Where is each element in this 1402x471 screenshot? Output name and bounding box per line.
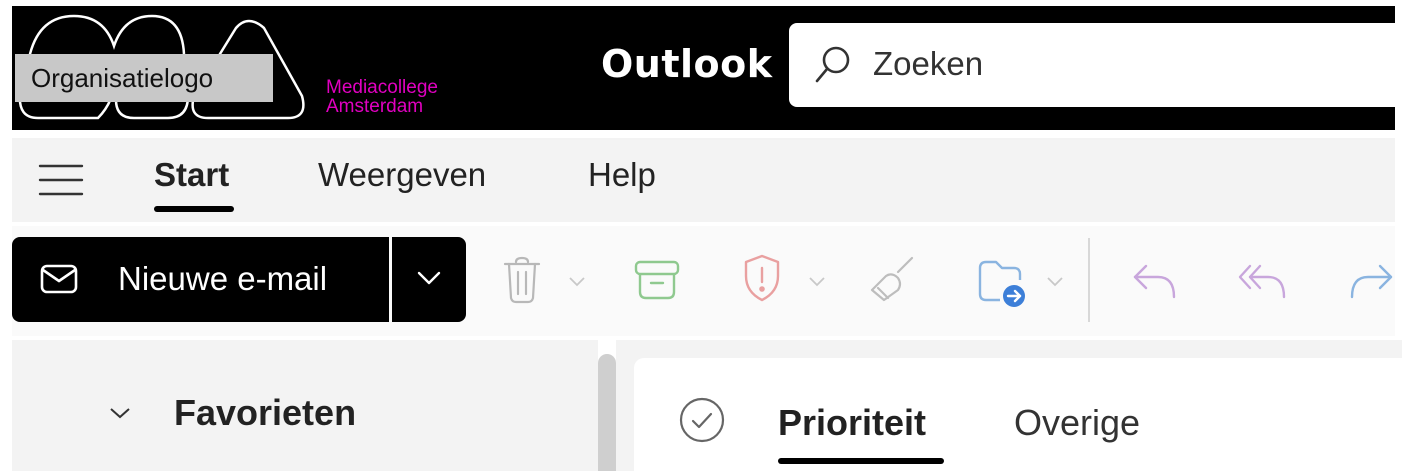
chevron-down-icon[interactable] [1046,276,1064,288]
search-icon [815,46,850,83]
tab-overige[interactable]: Overige [1014,402,1140,444]
reply-icon[interactable] [1132,264,1178,300]
search-box[interactable]: Zoeken [789,23,1395,107]
brand-line-2: Amsterdam [326,96,424,117]
report-icon[interactable] [742,254,782,302]
app-title[interactable]: Outlook [601,42,773,86]
mail-icon [40,264,78,294]
new-mail-label: Nieuwe e-mail [118,260,328,297]
search-input[interactable]: Zoeken [873,45,983,83]
ribbon-tab-bar: Start Weergeven Help [12,138,1395,222]
reply-all-icon[interactable] [1238,264,1288,300]
archive-icon[interactable] [634,260,680,300]
toolbar-divider [1088,238,1090,322]
tab-start[interactable]: Start [154,156,229,194]
tab-help[interactable]: Help [588,156,656,194]
tab-weergeven[interactable]: Weergeven [318,156,486,194]
hamburger-menu-icon[interactable] [38,160,84,200]
sweep-icon[interactable] [868,256,916,302]
delete-icon[interactable] [502,256,542,304]
chevron-down-icon [417,271,441,285]
chevron-down-icon[interactable] [568,276,586,288]
favorites-header[interactable]: Favorieten [174,392,356,434]
message-list-pane: Prioriteit Overige [634,358,1402,471]
folder-pane-scrollbar[interactable] [598,354,616,471]
forward-icon[interactable] [1348,264,1394,300]
tab-prioriteit[interactable]: Prioriteit [778,402,926,444]
top-header: Organisatielogo Mediacollege Amsterdam O… [12,6,1395,130]
brand-line-1: Mediacollege [326,77,438,98]
select-all-check-icon[interactable] [678,396,726,444]
active-inbox-tab-indicator [778,458,944,464]
ribbon-toolbar: Nieuwe e-mail [12,226,1395,336]
move-to-icon[interactable] [976,258,1028,308]
new-mail-dropdown-button[interactable] [392,237,466,322]
chevron-down-icon[interactable] [808,276,826,288]
organization-logo-label: Organisatielogo [15,54,273,102]
active-tab-indicator [154,206,234,212]
folder-pane: Favorieten [12,340,598,471]
new-mail-button[interactable]: Nieuwe e-mail [12,237,389,322]
brand-name: Mediacollege Amsterdam [326,78,438,116]
chevron-down-icon[interactable] [108,406,132,420]
